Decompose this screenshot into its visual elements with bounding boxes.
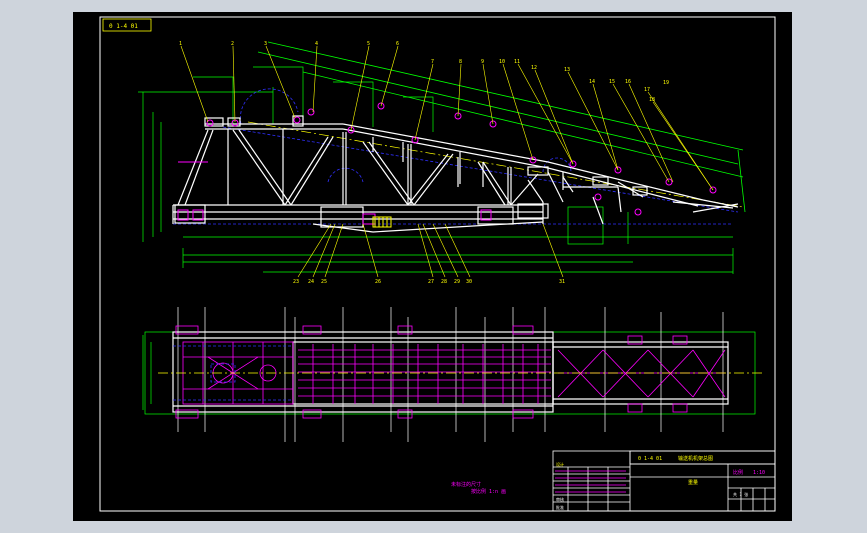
front-view: 1 2 3 4 5 6 7 8 9 10 11 12 13 14 15 16 1… — [138, 41, 746, 285]
incline-centerline — [247, 121, 744, 208]
callout-15: 15 — [609, 79, 615, 85]
callout-18: 18 — [649, 97, 655, 103]
callout-12: 12 — [531, 65, 537, 71]
truss-structure — [172, 115, 739, 233]
center-note-line2: 按比例 1:n 画 — [471, 488, 506, 495]
callout-9: 9 — [481, 59, 484, 65]
callout-16: 16 — [625, 79, 631, 85]
callout-11: 11 — [514, 59, 520, 65]
callout-24: 24 — [308, 279, 314, 285]
callout-28: 28 — [441, 279, 447, 285]
title-block: 0 1-4 01 输送机机架总图 重量 比例 1:10 共 1 张 设计 审核 … — [552, 450, 776, 512]
callout-1: 1 — [179, 41, 182, 47]
title-block-scale-value: 1:10 — [753, 470, 765, 476]
callout-8: 8 — [459, 59, 462, 65]
title-block-scale-label: 比例 — [733, 469, 743, 476]
callout-29: 29 — [454, 279, 460, 285]
callout-26: 26 — [375, 279, 381, 285]
title-block-approve: 批准 — [556, 504, 564, 510]
bottom-callouts: 23 24 25 26 27 28 29 30 31 — [293, 279, 565, 285]
center-note-line1: 未标注的尺寸 — [451, 481, 481, 488]
callout-17: 17 — [644, 87, 650, 93]
cad-canvas: 0 1-4 01 1 2 3 4 5 6 7 8 9 10 11 12 13 1… — [99, 16, 776, 512]
drawing-sheet: 0 1-4 01 1 2 3 4 5 6 7 8 9 10 11 12 13 1… — [73, 12, 792, 521]
callout-23: 23 — [293, 279, 299, 285]
title-block-designer: 设计 — [556, 461, 564, 467]
callout-3: 3 — [264, 41, 267, 47]
callout-25: 25 — [321, 279, 327, 285]
callout-19: 19 — [663, 80, 669, 86]
front-magenta-details — [177, 102, 717, 225]
title-block-code: 0 1-4 01 — [638, 456, 662, 462]
title-block-weight: 重量 — [688, 479, 698, 486]
callout-10: 10 — [499, 59, 505, 65]
callout-13: 13 — [564, 67, 570, 73]
callout-7: 7 — [431, 59, 434, 65]
callout-14: 14 — [589, 79, 595, 85]
title-block-lines — [552, 450, 776, 512]
title-block-name: 输送机机架总图 — [678, 455, 713, 462]
callout-2: 2 — [231, 41, 234, 47]
callout-5: 5 — [367, 41, 370, 47]
plan-view — [142, 307, 763, 442]
callout-30: 30 — [466, 279, 472, 285]
callout-31: 31 — [559, 279, 565, 285]
title-block-checker: 审核 — [556, 496, 564, 502]
inner-frame — [99, 16, 776, 512]
callout-27: 27 — [428, 279, 434, 285]
callout-6: 6 — [396, 41, 399, 47]
code-box-text: 0 1-4 01 — [109, 23, 138, 30]
callout-4: 4 — [315, 41, 318, 47]
title-block-sheet: 共 1 张 — [733, 491, 748, 497]
inclined-outline — [257, 41, 746, 213]
